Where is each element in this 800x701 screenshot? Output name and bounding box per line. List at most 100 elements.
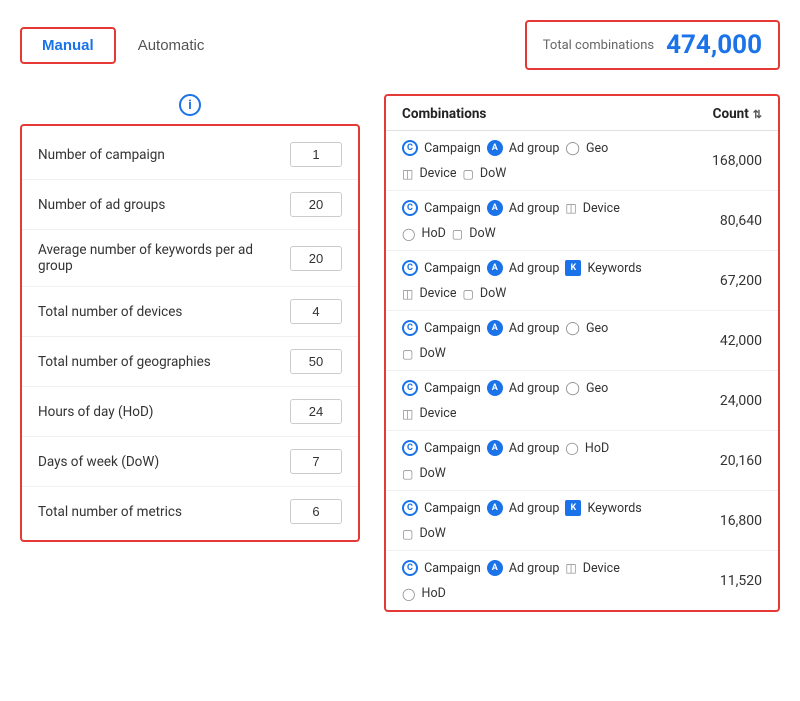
tabs-container: Manual Automatic [20, 27, 226, 64]
campaign-icon: C [402, 140, 418, 156]
info-icon[interactable]: i [179, 94, 201, 116]
hod-icon: ◯ [565, 441, 578, 455]
geo-icon: ◯ [565, 381, 580, 396]
tag-dow: ▢ DoW [402, 346, 446, 361]
tag-adgroup: A Ad group [487, 560, 560, 576]
campaign-icon: C [402, 560, 418, 576]
adgroup-icon: A [487, 560, 503, 576]
campaign-icon: C [402, 200, 418, 216]
tag-dow: ▢ DoW [462, 286, 506, 301]
input-label: Days of week (DoW) [38, 454, 290, 470]
hod-icon: ◯ [402, 587, 415, 601]
table-row: C CampaignA Ad groupK Keywords◫ Device▢ … [386, 251, 778, 311]
tag-hod: ◯ HoD [402, 226, 446, 241]
hod-icon: ◯ [402, 227, 415, 241]
input-row: Average number of keywords per ad group [22, 230, 358, 287]
dow-icon: ▢ [402, 347, 413, 361]
combo-tags: C CampaignA Ad groupK Keywords◫ Device▢ … [402, 260, 702, 301]
table-header: Combinations Count ⇅ [386, 96, 778, 131]
adgroup-icon: A [487, 380, 503, 396]
tag-device: ◫ Device [565, 560, 619, 576]
input-field[interactable] [290, 399, 342, 424]
tag-adgroup: A Ad group [487, 500, 560, 516]
geo-icon: ◯ [565, 321, 580, 336]
input-field[interactable] [290, 449, 342, 474]
tag-campaign: C Campaign [402, 380, 481, 396]
campaign-icon: C [402, 380, 418, 396]
info-icon-row: i [20, 94, 360, 116]
input-label: Total number of geographies [38, 354, 290, 370]
device-icon: ◫ [402, 407, 413, 421]
combo-tags: C CampaignA Ad group◯ HoD▢ DoW [402, 440, 702, 481]
tag-campaign: C Campaign [402, 320, 481, 336]
dow-icon: ▢ [462, 287, 473, 301]
tag-campaign: C Campaign [402, 200, 481, 216]
combo-tags: C CampaignA Ad group◯ Geo◫ Device [402, 380, 702, 421]
left-panel: i Number of campaign Number of ad groups A… [20, 94, 360, 542]
campaign-icon: C [402, 500, 418, 516]
adgroup-icon: A [487, 440, 503, 456]
tag-adgroup: A Ad group [487, 260, 560, 276]
dow-icon: ▢ [462, 167, 473, 181]
dow-icon: ▢ [402, 467, 413, 481]
input-row: Number of campaign [22, 130, 358, 180]
tag-campaign: C Campaign [402, 260, 481, 276]
campaign-icon: C [402, 260, 418, 276]
adgroup-icon: A [487, 260, 503, 276]
tag-adgroup: A Ad group [487, 440, 560, 456]
input-field[interactable] [290, 299, 342, 324]
row-count: 67,200 [702, 273, 762, 289]
input-field[interactable] [290, 499, 342, 524]
row-count: 24,000 [702, 393, 762, 409]
table-row: C CampaignA Ad group◯ HoD▢ DoW20,160 [386, 431, 778, 491]
keywords-icon: K [565, 500, 581, 516]
tag-adgroup: A Ad group [487, 380, 560, 396]
row-count: 42,000 [702, 333, 762, 349]
sort-icon[interactable]: ⇅ [753, 108, 762, 121]
table-row: C CampaignA Ad group◯ Geo◫ Device▢ DoW16… [386, 131, 778, 191]
geo-icon: ◯ [565, 141, 580, 156]
col-count-header: Count ⇅ [713, 106, 762, 122]
tag-campaign: C Campaign [402, 560, 481, 576]
row-count: 16,800 [702, 513, 762, 529]
tag-hod: ◯ HoD [402, 586, 446, 601]
total-combinations-label: Total combinations [543, 38, 654, 53]
dow-icon: ▢ [452, 227, 463, 241]
tag-hod: ◯ HoD [565, 440, 609, 456]
combo-tags: C Campaign A Ad group ◫ Device ◯ HoD [402, 560, 702, 601]
tag-geo: ◯ Geo [565, 140, 608, 156]
table-row: C CampaignA Ad group◫ Device◯ HoD11,520 [386, 551, 778, 610]
input-row: Total number of geographies [22, 337, 358, 387]
tag-device: ◫ Device [402, 286, 456, 301]
campaign-icon: C [402, 320, 418, 336]
tag-campaign: C Campaign [402, 440, 481, 456]
table-row: C CampaignA Ad group◫ Device◯ HoD▢ DoW80… [386, 191, 778, 251]
table-row: C CampaignA Ad group◯ Geo▢ DoW42,000 [386, 311, 778, 371]
input-field[interactable] [290, 246, 342, 271]
input-label: Total number of metrics [38, 504, 290, 520]
total-combinations-box: Total combinations 474,000 [525, 20, 780, 70]
row-count: 168,000 [702, 153, 762, 169]
input-row: Number of ad groups [22, 180, 358, 230]
input-label: Number of campaign [38, 147, 290, 163]
input-field[interactable] [290, 142, 342, 167]
input-field[interactable] [290, 349, 342, 374]
main-content: i Number of campaign Number of ad groups A… [20, 94, 780, 612]
tag-dow: ▢ DoW [462, 166, 506, 181]
input-row: Total number of devices [22, 287, 358, 337]
input-label: Hours of day (HoD) [38, 404, 290, 420]
input-row: Days of week (DoW) [22, 437, 358, 487]
tab-manual[interactable]: Manual [20, 27, 116, 64]
tag-device: ◫ Device [402, 166, 456, 181]
input-row: Hours of day (HoD) [22, 387, 358, 437]
adgroup-icon: A [487, 500, 503, 516]
input-label: Number of ad groups [38, 197, 290, 213]
combo-tags: C CampaignA Ad group◫ Device◯ HoD▢ DoW [402, 200, 702, 241]
input-field[interactable] [290, 192, 342, 217]
tag-geo: ◯ Geo [565, 320, 608, 336]
tag-geo: ◯ Geo [565, 380, 608, 396]
adgroup-icon: A [487, 200, 503, 216]
tab-automatic[interactable]: Automatic [116, 27, 227, 64]
adgroup-icon: A [487, 140, 503, 156]
table-row: C CampaignA Ad group◯ Geo◫ Device24,000 [386, 371, 778, 431]
